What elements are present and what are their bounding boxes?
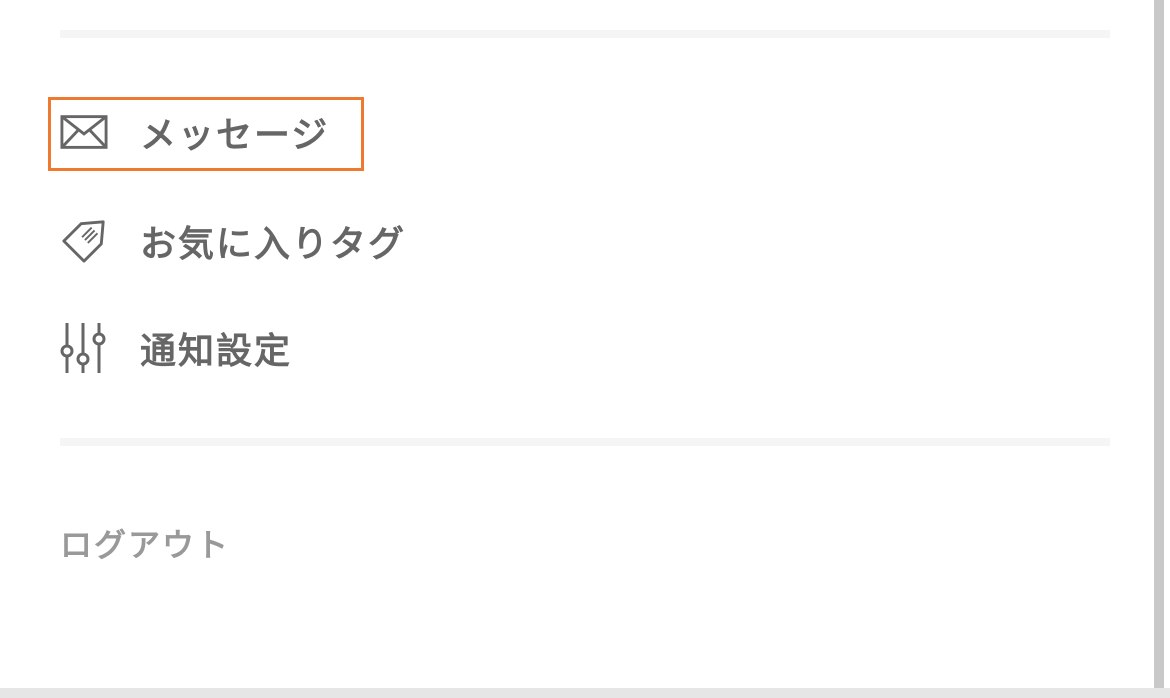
settings-menu-panel: メッセージ お気に入りタグ 通知設定 ログアウト [0,0,1152,688]
settings-page: メッセージ お気に入りタグ 通知設定 ログアウト [0,0,1170,698]
menu-item-notification-settings[interactable]: 通知設定 [60,318,292,378]
sliders-icon [60,323,108,373]
section-divider [60,438,1110,446]
logout-link[interactable]: ログアウト [60,520,230,566]
envelope-icon [60,108,108,156]
section-divider [60,30,1110,38]
panel-right-edge [1154,0,1164,690]
menu-item-label: メッセージ [140,115,330,156]
menu-item-messages[interactable]: メッセージ [60,102,329,162]
panel-bottom-edge [0,688,1170,698]
menu-item-favorite-tags[interactable]: お気に入りタグ [60,211,406,271]
menu-item-label: お気に入りタグ [140,224,407,265]
menu-item-label: 通知設定 [140,331,293,372]
tag-icon [60,217,108,265]
